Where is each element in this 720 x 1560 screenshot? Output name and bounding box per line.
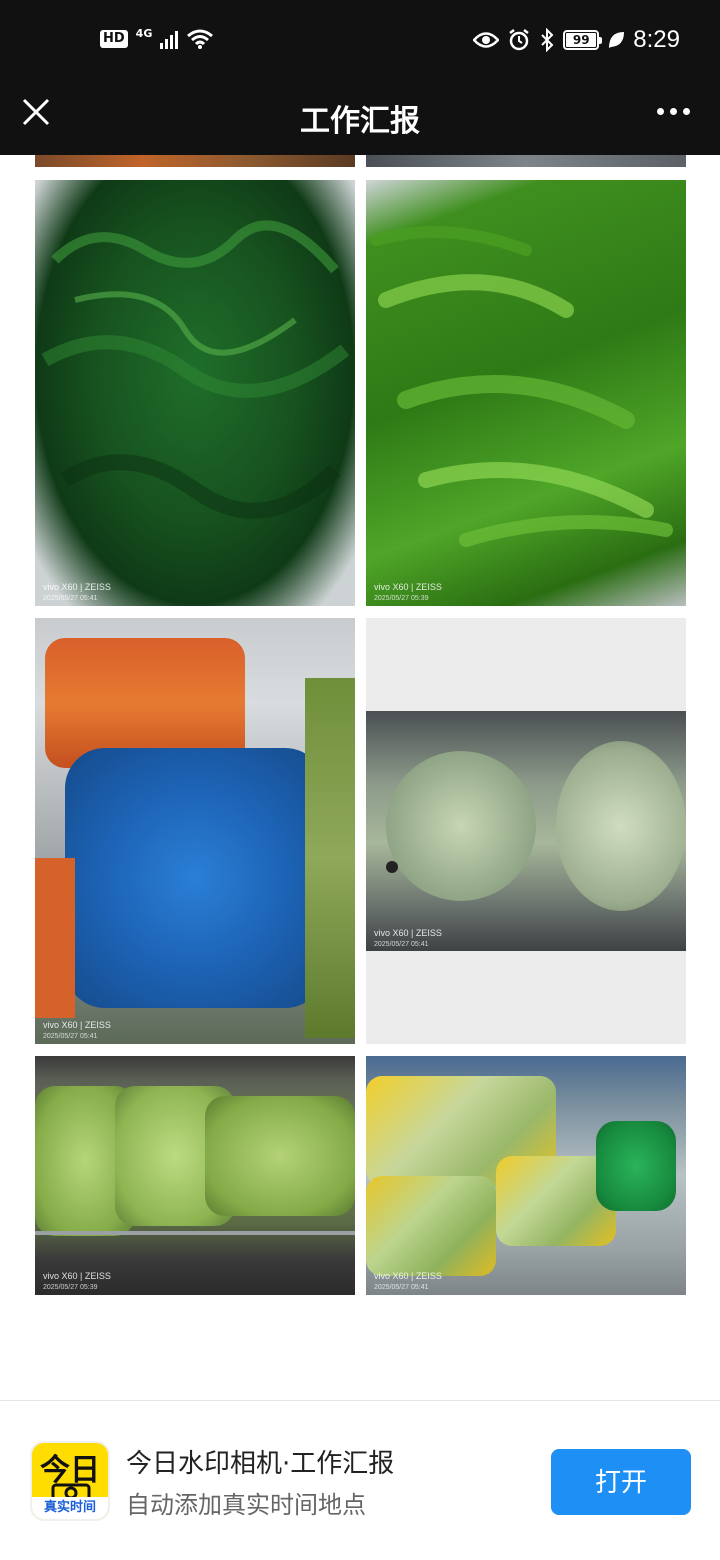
alarm-icon: [509, 29, 530, 51]
photo-green-peppers[interactable]: vivo X60 | ZEISS 2025/05/27 05:39: [366, 180, 686, 606]
photo-partial-right[interactable]: [366, 155, 686, 167]
open-button[interactable]: 打开: [551, 1449, 691, 1515]
photo-watermark: vivo X60 | ZEISS: [43, 1020, 111, 1030]
photo-grid: vivo X60 | ZEISS 2025/05/27 05:41 vivo X…: [0, 155, 720, 1400]
photo-watermark: vivo X60 | ZEISS: [374, 928, 442, 938]
photo-partial-left[interactable]: [35, 155, 355, 167]
bluetooth-icon: [541, 28, 554, 52]
leaf-icon: [609, 32, 625, 48]
app-icon[interactable]: 今日 真实时间: [30, 1441, 110, 1521]
photo-carrots-bags[interactable]: vivo X60 | ZEISS 2025/05/27 05:41: [35, 618, 355, 1044]
clock: 8:29: [633, 26, 680, 53]
photo-cabbage-bags[interactable]: vivo X60 | ZEISS 2025/05/27 05:41: [366, 618, 686, 1044]
photo-watermark: vivo X60 | ZEISS: [43, 1271, 111, 1281]
photo-date: 2025/05/27 05:41: [374, 1284, 429, 1291]
photo-watermark: vivo X60 | ZEISS: [374, 582, 442, 592]
photo-seaweed[interactable]: vivo X60 | ZEISS 2025/05/27 05:41: [35, 180, 355, 606]
photo-date: 2025/05/27 05:39: [374, 595, 429, 602]
network-type: 4G: [135, 26, 153, 40]
battery-icon: 99: [563, 30, 603, 50]
status-right: 99 8:29: [473, 26, 680, 54]
app-name: 今日水印相机·工作汇报: [126, 1449, 395, 1479]
status-bar: HD 4G 99 8:29: [0, 0, 720, 80]
photo-date: 2025/05/27 05:41: [43, 1033, 98, 1040]
photo-watermark: vivo X60 | ZEISS: [43, 582, 111, 592]
page-title: 工作汇报: [300, 104, 420, 139]
photo-packaged-greens[interactable]: vivo X60 | ZEISS 2025/05/27 05:39: [35, 1056, 355, 1295]
wifi-icon: [187, 29, 214, 49]
title-bar: 工作汇报: [0, 80, 720, 155]
battery-level: 99: [566, 33, 597, 47]
photo-bagged-greens[interactable]: vivo X60 | ZEISS 2025/05/27 05:41: [366, 1056, 686, 1295]
photo-watermark: vivo X60 | ZEISS: [374, 1271, 442, 1281]
signal-icon: [160, 29, 179, 49]
photo-date: 2025/05/27 05:41: [374, 941, 429, 948]
app-description: 自动添加真实时间地点: [126, 1491, 366, 1519]
more-options-icon[interactable]: [657, 108, 690, 115]
app-promo-footer: 今日 真实时间 今日水印相机·工作汇报 自动添加真实时间地点 打开: [0, 1400, 720, 1560]
hd-badge: HD: [100, 30, 128, 48]
eye-icon: [473, 32, 500, 48]
photo-date: 2025/05/27 05:41: [43, 595, 98, 602]
photo-date: 2025/05/27 05:39: [43, 1284, 98, 1291]
app-icon-sublabel: 真实时间: [32, 1497, 108, 1519]
status-left: HD 4G: [100, 26, 214, 50]
